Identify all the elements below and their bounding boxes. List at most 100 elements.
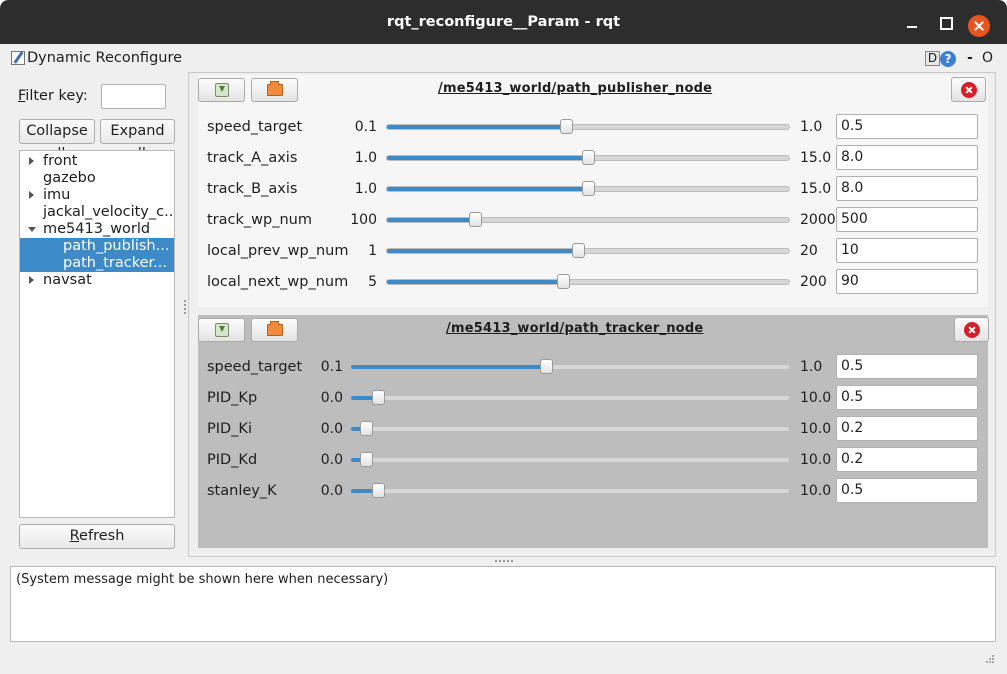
help-icon[interactable]: ?: [940, 51, 956, 67]
tree-item[interactable]: front: [20, 153, 174, 170]
param-value-input[interactable]: 10: [836, 238, 978, 263]
param-name: PID_Kp: [207, 390, 258, 406]
tree-item[interactable]: navsat: [20, 272, 174, 289]
resize-grip-icon[interactable]: [985, 654, 995, 664]
param-slider[interactable]: [386, 119, 790, 134]
slider-handle[interactable]: [372, 483, 385, 498]
load-params-button[interactable]: [251, 78, 298, 102]
param-value-input[interactable]: 0.2: [836, 447, 978, 472]
expand-all-button[interactable]: Expand all: [100, 119, 175, 162]
param-min: 0.1: [354, 119, 377, 135]
param-value-input[interactable]: 0.5: [836, 385, 978, 410]
slider-handle[interactable]: [469, 212, 482, 227]
tree-item[interactable]: jackal_velocity_c...: [20, 204, 174, 221]
param-slider[interactable]: [386, 150, 790, 165]
filter-key-label-rest: ilter key:: [25, 88, 88, 104]
plugin-title: Dynamic Reconfigure: [27, 50, 183, 66]
tree-item[interactable]: me5413_world: [20, 221, 174, 238]
param-row: PID_Ki 0.0 10.0 0.2: [198, 415, 988, 446]
param-min: 0.1: [320, 359, 343, 375]
param-slider[interactable]: [350, 452, 790, 467]
node-title: /me5413_world/path_tracker_node: [446, 321, 704, 336]
param-max: 15.0: [800, 181, 832, 197]
close-node-button[interactable]: [951, 77, 986, 102]
slider-handle[interactable]: [360, 452, 373, 467]
plugin-minimize-button[interactable]: -: [967, 50, 973, 66]
param-slider[interactable]: [386, 181, 790, 196]
slider-handle[interactable]: [572, 243, 585, 258]
load-params-button[interactable]: [251, 318, 298, 342]
param-slider[interactable]: [386, 243, 790, 258]
param-min: 1.0: [354, 181, 377, 197]
param-slider[interactable]: [350, 390, 790, 405]
param-name: PID_Ki: [207, 421, 252, 437]
slider-handle[interactable]: [557, 274, 570, 289]
param-max: 10.0: [800, 483, 832, 499]
vertical-splitter[interactable]: [184, 300, 187, 320]
tree-item-label: gazebo: [43, 170, 96, 186]
param-max: 10.0: [800, 390, 832, 406]
tree-item-label: path_publish...: [63, 238, 170, 254]
param-value-input[interactable]: 0.2: [836, 416, 978, 441]
collapsed-arrow-icon[interactable]: [29, 276, 34, 284]
slider-handle[interactable]: [582, 150, 595, 165]
node-tree[interactable]: front gazebo imu jackal_velocity_c... me5413…: [19, 150, 175, 518]
maximize-button[interactable]: [936, 13, 954, 31]
tree-item[interactable]: path_tracker...: [20, 255, 174, 272]
plugin-title-bar: Dynamic Reconfigure: [0, 46, 1007, 70]
plugin-d-button[interactable]: D: [925, 51, 940, 66]
param-row: PID_Kp 0.0 10.0 0.5: [198, 384, 988, 415]
system-message: (System message might be shown here when…: [16, 572, 389, 587]
param-slider[interactable]: [386, 274, 790, 289]
tree-item[interactable]: imu: [20, 187, 174, 204]
param-name: track_A_axis: [207, 150, 298, 166]
param-name: speed_target: [207, 119, 303, 135]
horizontal-splitter[interactable]: [495, 560, 515, 563]
expanded-arrow-icon[interactable]: [28, 227, 36, 232]
save-params-button[interactable]: [198, 78, 245, 102]
tree-item-label: jackal_velocity_c...: [43, 204, 175, 220]
param-min: 5: [368, 274, 377, 290]
param-slider[interactable]: [350, 483, 790, 498]
param-value-input[interactable]: 0.5: [836, 114, 978, 139]
param-value-input[interactable]: 8.0: [836, 176, 978, 201]
plugin-undock-button[interactable]: O: [982, 50, 993, 66]
slider-handle[interactable]: [540, 359, 553, 374]
param-value-input[interactable]: 8.0: [836, 145, 978, 170]
slider-fill: [387, 156, 588, 160]
collapsed-arrow-icon[interactable]: [29, 157, 34, 165]
param-slider[interactable]: [350, 421, 790, 436]
param-slider[interactable]: [350, 359, 790, 374]
filter-key-input[interactable]: [101, 84, 166, 109]
param-value-input[interactable]: 0.5: [836, 478, 978, 503]
slider-handle[interactable]: [372, 390, 385, 405]
param-slider[interactable]: [386, 212, 790, 227]
param-name: PID_Kd: [207, 452, 258, 468]
slider-fill: [387, 249, 578, 253]
slider-handle[interactable]: [582, 181, 595, 196]
param-min: 1.0: [354, 150, 377, 166]
plugin-edit-icon: [11, 51, 25, 65]
minimize-button[interactable]: [903, 13, 921, 31]
system-message-box: (System message might be shown here when…: [10, 566, 996, 642]
refresh-button[interactable]: Refresh: [19, 524, 175, 549]
save-params-button[interactable]: [198, 318, 245, 342]
param-min: 0.0: [320, 483, 343, 499]
slider-fill: [387, 187, 588, 191]
param-value-input[interactable]: 0.5: [836, 354, 978, 379]
param-name: track_wp_num: [207, 212, 312, 228]
param-min: 100: [350, 212, 377, 228]
param-row: track_B_axis 1.0 15.0 8.0: [198, 175, 988, 206]
tree-item[interactable]: gazebo: [20, 170, 174, 187]
param-row: local_prev_wp_num 1 20 10: [198, 237, 988, 268]
slider-handle[interactable]: [360, 421, 373, 436]
close-window-button[interactable]: [968, 15, 990, 37]
collapsed-arrow-icon[interactable]: [29, 191, 34, 199]
param-value-input[interactable]: 500: [836, 207, 978, 232]
slider-handle[interactable]: [560, 119, 573, 134]
param-value-input[interactable]: 90: [836, 269, 978, 294]
collapse-all-button[interactable]: Collapse all: [19, 119, 95, 162]
close-node-button[interactable]: [954, 317, 989, 342]
tree-item[interactable]: path_publish...: [20, 238, 174, 255]
param-name: speed_target: [207, 359, 303, 375]
